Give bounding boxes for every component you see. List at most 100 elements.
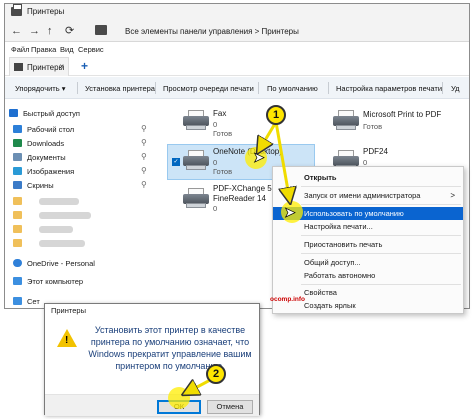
menu-item-sharing[interactable]: Общий доступ... bbox=[273, 256, 463, 269]
sidebar-item-label: Рабочий стол bbox=[27, 125, 75, 134]
cursor-highlight bbox=[281, 201, 303, 223]
dialog-footer: ОК Отмена bbox=[45, 394, 259, 416]
document-icon bbox=[13, 153, 22, 161]
up-arrow-icon[interactable]: ↑ bbox=[47, 25, 53, 37]
divider bbox=[301, 284, 461, 285]
divider bbox=[301, 204, 461, 205]
window-title: Принтеры bbox=[27, 7, 65, 16]
desktop-icon bbox=[13, 125, 22, 133]
sidebar-item-label: OneDrive - Personal bbox=[27, 259, 95, 268]
printer-jobs-fax: 0 bbox=[213, 120, 218, 129]
folder-icon bbox=[13, 239, 22, 247]
tab-row: Принтеры × + bbox=[5, 56, 469, 76]
printing-preferences-button[interactable]: Настройка параметров печати bbox=[336, 84, 442, 93]
blurred-label bbox=[39, 198, 79, 205]
blurred-label bbox=[39, 212, 91, 219]
command-bar: Упорядочить ▾ Установка принтера Просмот… bbox=[5, 77, 469, 99]
sidebar-item-label: Скрины bbox=[27, 181, 54, 190]
screenshot-folder-icon bbox=[13, 181, 22, 189]
image-icon bbox=[13, 167, 22, 175]
menu-item-open[interactable]: Открыть bbox=[273, 171, 463, 184]
divider bbox=[328, 82, 329, 94]
cursor-highlight bbox=[245, 147, 267, 169]
close-icon[interactable]: × bbox=[59, 62, 64, 71]
printer-status-fax: Готов bbox=[213, 129, 233, 138]
menu-item-label: Запуск от имени администратора bbox=[304, 191, 421, 200]
menu-file[interactable]: Файл bbox=[11, 45, 29, 54]
new-tab-icon[interactable]: + bbox=[81, 59, 88, 73]
pin-icon: ⚲ bbox=[141, 124, 147, 133]
network-icon bbox=[13, 297, 22, 305]
folder-icon bbox=[13, 225, 22, 233]
printer-jobs-onenote: 0 bbox=[213, 158, 218, 167]
computer-icon bbox=[13, 277, 22, 285]
divider bbox=[442, 82, 443, 94]
organize-button[interactable]: Упорядочить ▾ bbox=[15, 84, 65, 93]
printer-name-pdf24[interactable]: PDF24 bbox=[363, 147, 388, 156]
delete-button[interactable]: Уд bbox=[451, 84, 460, 93]
star-icon bbox=[9, 109, 18, 117]
tab-printers[interactable]: Принтеры × bbox=[9, 57, 69, 76]
printer-name-ms-pdf[interactable]: Microsoft Print to PDF bbox=[363, 110, 441, 119]
print-queue-button[interactable]: Просмотр очереди печати bbox=[163, 84, 254, 93]
printer-icon[interactable] bbox=[183, 150, 209, 170]
download-icon bbox=[13, 139, 22, 147]
divider bbox=[301, 253, 461, 254]
watermark-text: ocomp.info bbox=[270, 296, 306, 303]
printer-jobs-pdfxchange: 0 bbox=[213, 204, 218, 213]
printer-icon[interactable] bbox=[183, 110, 209, 130]
dialog-title: Принтеры bbox=[45, 304, 259, 318]
printer-icon[interactable] bbox=[183, 188, 209, 208]
pin-icon: ⚲ bbox=[141, 166, 147, 175]
menu-view[interactable]: Вид bbox=[60, 45, 74, 54]
refresh-icon[interactable]: ⟳ bbox=[65, 25, 74, 37]
printer-status-onenote: Готов bbox=[213, 167, 233, 176]
menu-item-print-settings[interactable]: Настройка печати... bbox=[273, 220, 463, 233]
control-panel-icon bbox=[95, 25, 107, 35]
address-path[interactable]: Все элементы панели управления > Принтер… bbox=[125, 27, 299, 36]
menu-edit[interactable]: Правка bbox=[31, 45, 56, 54]
dialog-message: Установить этот принтер в качестве принт… bbox=[88, 325, 252, 371]
folder-icon bbox=[13, 211, 22, 219]
add-printer-button[interactable]: Установка принтера bbox=[85, 84, 155, 93]
printer-icon bbox=[14, 63, 23, 71]
back-arrow-icon[interactable]: ← bbox=[11, 25, 22, 37]
title-bar: Принтеры bbox=[5, 4, 469, 20]
cursor-highlight bbox=[168, 387, 190, 409]
confirm-dialog: Принтеры ! Установить этот принтер в кач… bbox=[44, 303, 260, 416]
divider bbox=[301, 186, 461, 187]
context-menu: Открыть Запуск от имени администратора >… bbox=[272, 166, 464, 314]
blurred-label bbox=[39, 226, 73, 233]
pin-icon: ⚲ bbox=[141, 152, 147, 161]
sidebar-item-label: Изображения bbox=[27, 167, 75, 176]
menu-item-work-offline[interactable]: Работать автономно bbox=[273, 269, 463, 282]
divider bbox=[258, 82, 259, 94]
printer-icon bbox=[11, 4, 22, 16]
sidebar-item-label: Документы bbox=[27, 153, 66, 162]
set-default-button[interactable]: По умолчанию bbox=[267, 84, 318, 93]
sidebar-item-label: Этот компьютер bbox=[27, 277, 84, 286]
menu-item-run-as-admin[interactable]: Запуск от имени администратора > bbox=[273, 189, 463, 202]
printer-name-fax[interactable]: Fax bbox=[213, 109, 226, 118]
pin-icon: ⚲ bbox=[141, 180, 147, 189]
cloud-icon bbox=[13, 259, 22, 267]
divider bbox=[155, 82, 156, 94]
address-bar-row: ← → ↑ ⟳ Все элементы панели управления >… bbox=[5, 20, 469, 42]
divider bbox=[77, 82, 78, 94]
checkbox-checked-icon[interactable]: ✓ bbox=[172, 158, 180, 166]
blurred-label bbox=[39, 240, 85, 247]
cancel-button[interactable]: Отмена bbox=[207, 400, 253, 414]
menu-item-pause-printing[interactable]: Приостановить печать bbox=[273, 238, 463, 251]
navigation-pane: Быстрый доступ Рабочий стол ⚲ Downloads … bbox=[5, 100, 155, 308]
forward-arrow-icon[interactable]: → bbox=[29, 25, 40, 37]
printer-icon[interactable] bbox=[333, 110, 359, 130]
chevron-right-icon: > bbox=[450, 191, 455, 200]
sidebar-item-label: Сет bbox=[27, 297, 40, 306]
menu-tools[interactable]: Сервис bbox=[78, 45, 104, 54]
divider bbox=[301, 235, 461, 236]
step-badge-1: 1 bbox=[266, 105, 286, 125]
sidebar-item-label: Downloads bbox=[27, 139, 65, 148]
printer-status-ms-pdf: Готов bbox=[363, 122, 383, 131]
step-badge-2: 2 bbox=[206, 364, 226, 384]
printer-name-pdfxchange-line2: FineReader 14 bbox=[213, 194, 266, 203]
